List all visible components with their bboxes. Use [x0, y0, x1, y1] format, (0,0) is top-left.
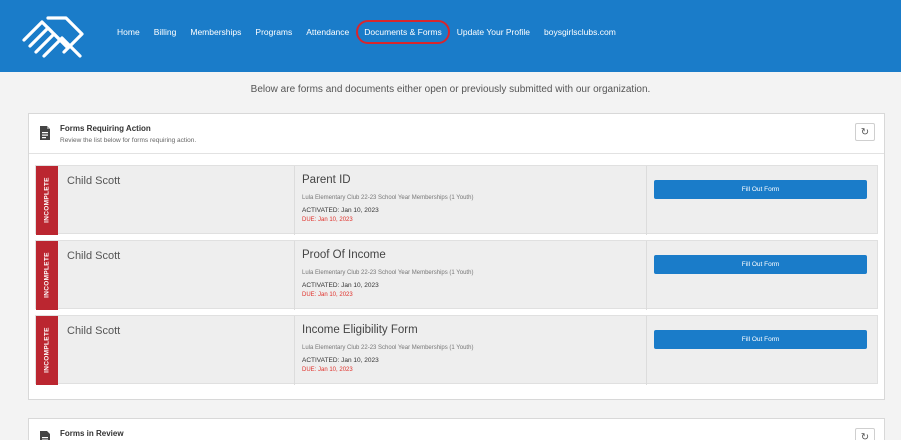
column-divider	[294, 166, 295, 235]
nav-home[interactable]: Home	[110, 22, 147, 42]
panel-header: Forms Requiring Action Review the list b…	[29, 114, 884, 154]
panel-subtitle: Review the list below for forms requirin…	[60, 137, 197, 144]
form-row: INCOMPLETE Child Scott Proof Of Income L…	[35, 240, 878, 310]
nav-attendance[interactable]: Attendance	[299, 22, 356, 42]
nav-update-profile[interactable]: Update Your Profile	[450, 22, 537, 42]
column-divider	[294, 241, 295, 310]
panel-title: Forms in Review	[60, 429, 124, 438]
form-due-date: DUE: Jan 10, 2023	[302, 292, 353, 298]
status-badge: INCOMPLETE	[36, 166, 58, 235]
main-nav: Home Billing Memberships Programs Attend…	[110, 0, 623, 64]
column-divider	[646, 166, 647, 235]
column-divider	[646, 316, 647, 385]
intro-text: Below are forms and documents either ope…	[250, 84, 651, 95]
form-activated-date: ACTIVATED: Jan 10, 2023	[302, 207, 379, 214]
fill-out-form-button[interactable]: Fill Out Form	[654, 180, 867, 199]
form-name: Parent ID	[302, 174, 351, 186]
form-name: Income Eligibility Form	[302, 324, 418, 336]
child-name: Child Scott	[67, 175, 121, 187]
form-due-date: DUE: Jan 10, 2023	[302, 367, 353, 373]
document-review-icon	[40, 431, 50, 440]
fill-out-form-button[interactable]: Fill Out Form	[654, 255, 867, 274]
nav-billing[interactable]: Billing	[147, 22, 184, 42]
form-program: Lula Elementary Club 22-23 School Year M…	[302, 195, 474, 201]
form-program: Lula Elementary Club 22-23 School Year M…	[302, 345, 474, 351]
form-due-date: DUE: Jan 10, 2023	[302, 217, 353, 223]
form-activated-date: ACTIVATED: Jan 10, 2023	[302, 357, 379, 364]
top-navigation-bar: Home Billing Memberships Programs Attend…	[0, 0, 901, 72]
forms-requiring-action-panel: Forms Requiring Action Review the list b…	[28, 113, 885, 400]
nav-documents-forms[interactable]: Documents & Forms	[356, 20, 450, 44]
refresh-icon: ↻	[860, 431, 870, 440]
fill-out-form-button[interactable]: Fill Out Form	[654, 330, 867, 349]
form-activated-date: ACTIVATED: Jan 10, 2023	[302, 282, 379, 289]
refresh-button[interactable]: ↻	[855, 428, 875, 440]
column-divider	[294, 316, 295, 385]
panel-header: Forms in Review ↻	[29, 419, 884, 440]
panel-title: Forms Requiring Action	[60, 124, 151, 133]
column-divider	[646, 241, 647, 310]
refresh-icon: ↻	[860, 126, 870, 138]
forms-in-review-panel: Forms in Review ↻	[28, 418, 885, 440]
form-row: INCOMPLETE Child Scott Parent ID Lula El…	[35, 165, 878, 235]
status-badge: INCOMPLETE	[36, 316, 58, 385]
form-row: INCOMPLETE Child Scott Income Eligibilit…	[35, 315, 878, 385]
status-badge: INCOMPLETE	[36, 241, 58, 310]
nav-programs[interactable]: Programs	[248, 22, 299, 42]
nav-external-site[interactable]: boysgirlsclubs.com	[537, 22, 623, 42]
refresh-button[interactable]: ↻	[855, 123, 875, 141]
nav-memberships[interactable]: Memberships	[183, 22, 248, 42]
child-name: Child Scott	[67, 325, 121, 337]
form-name: Proof Of Income	[302, 249, 386, 261]
boys-girls-clubs-logo[interactable]	[18, 10, 88, 62]
document-icon	[40, 126, 50, 140]
child-name: Child Scott	[67, 250, 121, 262]
form-program: Lula Elementary Club 22-23 School Year M…	[302, 270, 474, 276]
